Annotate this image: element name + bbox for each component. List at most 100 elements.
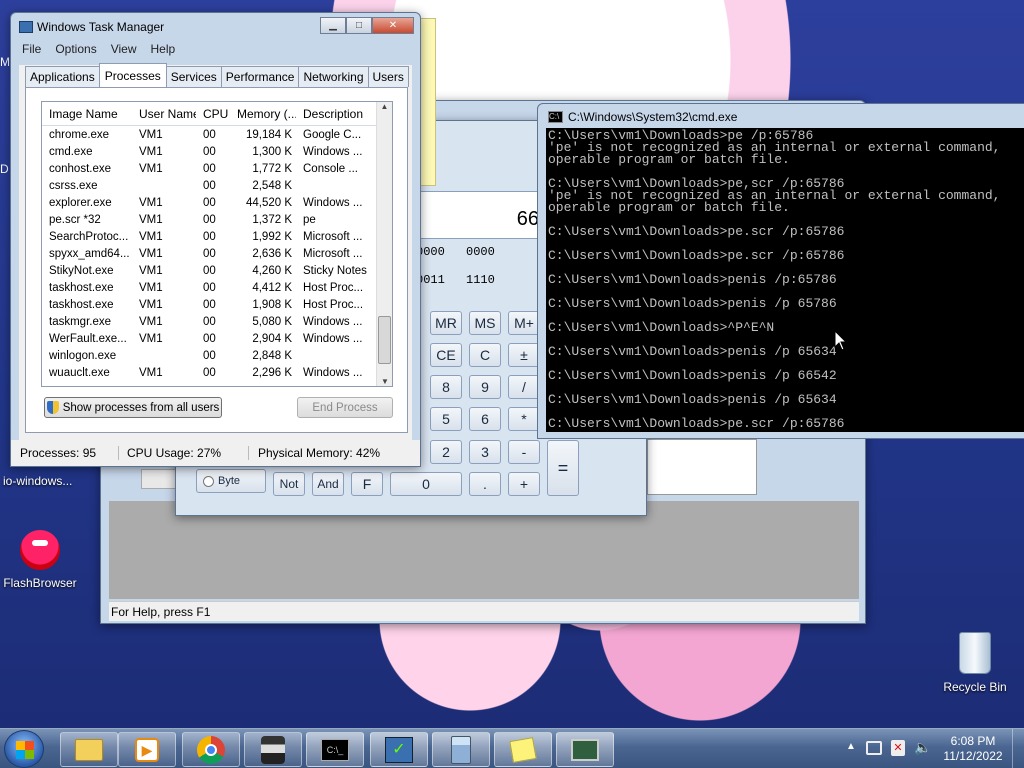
minimize-button[interactable]: ▁ xyxy=(320,17,346,34)
start-button[interactable] xyxy=(4,730,44,768)
taskbar-media-player[interactable]: ▶ xyxy=(118,732,176,767)
taskbar-chrome[interactable] xyxy=(182,732,240,767)
scroll-thumb[interactable] xyxy=(378,316,391,364)
tray-volume-icon[interactable]: 🔈 xyxy=(914,739,931,756)
tray-overflow-icon[interactable]: ▲ xyxy=(846,741,856,752)
radio-circle-icon xyxy=(203,475,214,487)
calc-5-button[interactable]: 5 xyxy=(430,407,462,431)
calc-dot-button[interactable]: . xyxy=(469,472,501,496)
calc-2-button[interactable]: 2 xyxy=(430,440,462,464)
col-cpu[interactable]: CPU xyxy=(196,107,230,121)
table-row[interactable]: wuauclt.exe VM1 00 2,296 K Windows ... xyxy=(42,364,392,381)
calc-equals-button[interactable]: = xyxy=(547,440,579,496)
windows-logo-icon xyxy=(16,741,34,759)
sticky-notes-icon xyxy=(509,736,537,763)
calc-9-button[interactable]: 9 xyxy=(469,375,501,399)
calc-f-button[interactable]: F xyxy=(351,472,383,496)
process-list-scrollbar[interactable]: ▲ ▼ xyxy=(376,102,392,386)
calc-byte-radio[interactable]: Byte xyxy=(196,469,266,493)
cmd-window[interactable]: C:\ C:\Windows\System32\cmd.exe C:\Users… xyxy=(537,103,1024,439)
calc-mplus-button[interactable]: M+ xyxy=(508,311,540,335)
calc-6-button[interactable]: 6 xyxy=(469,407,501,431)
table-row[interactable]: taskhost.exe VM1 00 1,908 K Host Proc... xyxy=(42,296,392,313)
taskbar-explorer[interactable] xyxy=(60,732,118,767)
table-row[interactable]: csrss.exe 00 2,548 K xyxy=(42,177,392,194)
console-line: operable program or batch file. xyxy=(548,200,790,215)
task-manager-window[interactable]: Windows Task Manager ▁ □ ✕ File Options … xyxy=(10,12,421,467)
console-line: C:\Users\vm1\Downloads>penis /p:65786 xyxy=(548,272,837,287)
tab-users[interactable]: Users xyxy=(367,66,409,87)
calc-3-button[interactable]: 3 xyxy=(469,440,501,464)
desktop-icon-io-windows[interactable]: io-windows... xyxy=(0,474,80,488)
calc-divide-button[interactable]: / xyxy=(508,375,540,399)
tab-services[interactable]: Services xyxy=(165,66,222,87)
calc-8-button[interactable]: 8 xyxy=(430,375,462,399)
taskbar-sticky-notes[interactable] xyxy=(494,732,552,767)
cell-user-name: VM1 xyxy=(139,298,163,311)
taskbar-task-manager[interactable]: ✓ xyxy=(370,732,428,767)
table-row[interactable]: explorer.exe VM1 00 44,520 K Windows ... xyxy=(42,194,392,211)
tray-network-icon[interactable] xyxy=(866,741,882,755)
show-desktop-button[interactable] xyxy=(1012,729,1024,768)
table-row[interactable]: taskhost.exe VM1 00 4,412 K Host Proc... xyxy=(42,279,392,296)
calc-minus-button[interactable]: - xyxy=(508,440,540,464)
table-row[interactable]: WerFault.exe... VM1 00 2,904 K Windows ... xyxy=(42,330,392,347)
table-row[interactable]: pe.scr *32 VM1 00 1,372 K pe xyxy=(42,211,392,228)
calc-not-button[interactable]: Not xyxy=(273,472,305,496)
taskbar-spy[interactable] xyxy=(244,732,302,767)
menu-help[interactable]: Help xyxy=(144,41,183,59)
calc-0-button[interactable]: 0 xyxy=(390,472,462,496)
tray-action-center-icon[interactable]: ✕ xyxy=(891,740,905,756)
process-list[interactable]: Image Name User Name CPU Memory (... Des… xyxy=(41,101,393,387)
desktop-icon-recycle-bin[interactable]: Recycle Bin xyxy=(935,632,1015,694)
calc-plus-button[interactable]: + xyxy=(508,472,540,496)
calc-ms-button[interactable]: MS xyxy=(469,311,501,335)
maximize-button[interactable]: □ xyxy=(346,17,372,34)
tab-networking[interactable]: Networking xyxy=(298,66,369,87)
taskbar-calculator[interactable] xyxy=(432,732,490,767)
table-row[interactable]: SearchProtoc... VM1 00 1,992 K Microsoft ... xyxy=(42,228,392,245)
tab-applications[interactable]: Applications xyxy=(25,66,100,87)
cell-cpu: 00 xyxy=(203,213,216,226)
taskbar-cmd[interactable]: C:\_ xyxy=(306,732,364,767)
cell-image-name: conhost.exe xyxy=(49,162,112,175)
menu-file[interactable]: File xyxy=(15,41,48,59)
table-row[interactable]: winlogon.exe 00 2,848 K xyxy=(42,347,392,364)
calc-c-button[interactable]: C xyxy=(469,343,501,367)
tab-processes[interactable]: Processes xyxy=(98,63,167,88)
calc-and-button[interactable]: And xyxy=(312,472,344,496)
close-button[interactable]: ✕ xyxy=(372,17,414,34)
calc-plusminus-button[interactable]: ± xyxy=(508,343,540,367)
calc-mr-button[interactable]: MR xyxy=(430,311,462,335)
table-row[interactable]: conhost.exe VM1 00 1,772 K Console ... xyxy=(42,160,392,177)
menu-view[interactable]: View xyxy=(104,41,144,59)
col-image-name[interactable]: Image Name xyxy=(42,107,132,121)
col-memory[interactable]: Memory (... xyxy=(230,107,296,121)
desktop-icon-flashbrowser[interactable]: FlashBrowser xyxy=(0,530,80,590)
cell-description: Windows ... xyxy=(303,332,363,345)
col-description[interactable]: Description xyxy=(296,107,370,121)
status-memory: Physical Memory: 42% xyxy=(258,446,381,460)
calc-multiply-button[interactable]: * xyxy=(508,407,540,431)
scroll-down-arrow-icon[interactable]: ▼ xyxy=(377,377,393,386)
cell-description: Console ... xyxy=(303,162,358,175)
table-row[interactable]: chrome.exe VM1 00 19,184 K Google C... xyxy=(42,126,392,143)
cell-cpu: 00 xyxy=(203,247,216,260)
cmd-console[interactable]: C:\Users\vm1\Downloads>pe /p:65786'pe' i… xyxy=(546,128,1024,432)
table-row[interactable]: spyxx_amd64... VM1 00 2,636 K Microsoft ... xyxy=(42,245,392,262)
scroll-up-arrow-icon[interactable]: ▲ xyxy=(377,102,392,116)
sticky-note[interactable] xyxy=(420,18,436,186)
table-row[interactable]: StikyNot.exe VM1 00 4,260 K Sticky Notes xyxy=(42,262,392,279)
tray-clock[interactable]: 6:08 PM 11/12/2022 xyxy=(938,734,1008,764)
menu-options[interactable]: Options xyxy=(48,41,103,59)
col-user-name[interactable]: User Name xyxy=(132,107,196,121)
taskbar-network-tool[interactable] xyxy=(556,732,614,767)
end-process-button[interactable]: End Process xyxy=(297,397,393,418)
console-line: C:\Users\vm1\Downloads>pe.scr /p:65786 xyxy=(548,248,845,263)
table-row[interactable]: taskmgr.exe VM1 00 5,080 K Windows ... xyxy=(42,313,392,330)
calc-ce-button[interactable]: CE xyxy=(430,343,462,367)
table-row[interactable]: cmd.exe VM1 00 1,300 K Windows ... xyxy=(42,143,392,160)
tab-performance[interactable]: Performance xyxy=(220,66,300,87)
status-processes: Processes: 95 xyxy=(11,446,119,460)
show-all-processes-button[interactable]: Show processes from all users xyxy=(44,397,222,418)
